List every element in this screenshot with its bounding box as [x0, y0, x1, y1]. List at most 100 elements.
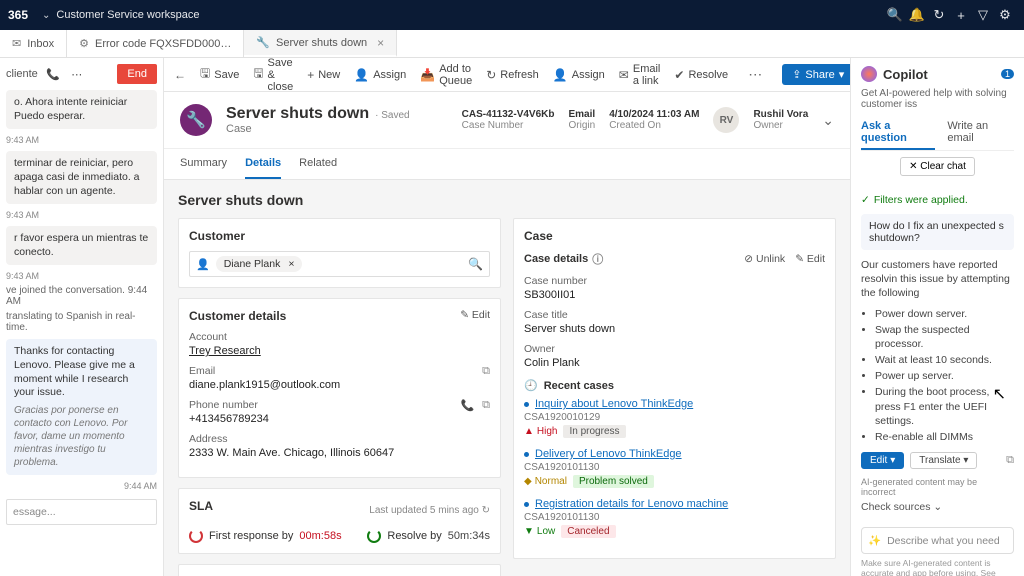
unlink-button[interactable]: ⊘ Unlink	[744, 253, 785, 265]
command-bar: ← 🖫Save 🖫Save & close +New 👤Assign 📥Add …	[164, 58, 850, 92]
workspace-name: Customer Service workspace	[56, 9, 199, 21]
add-queue-button[interactable]: 📥Add to Queue	[420, 63, 472, 87]
tab-inbox[interactable]: ✉Inbox	[0, 30, 67, 57]
resolve-button[interactable]: ✔Resolve	[674, 68, 728, 82]
chevron-down-icon[interactable]: ⌄	[42, 10, 50, 21]
email-link-button[interactable]: ✉Email a link	[619, 63, 661, 87]
priority-badge: ▲ High	[524, 426, 557, 437]
person-icon: 👤	[196, 258, 210, 271]
status-pill: Problem solved	[573, 475, 654, 488]
tab-error-code[interactable]: ⚙Error code FQXSFDD000…	[67, 30, 244, 57]
save-state: · Saved	[375, 110, 409, 121]
form-tabs: Summary Details Related	[164, 149, 850, 180]
customer-lookup[interactable]: 👤 Diane Plank× 🔍	[189, 251, 490, 277]
record-title: Server shuts down	[226, 105, 369, 122]
refresh-button[interactable]: ↻Refresh	[486, 68, 539, 82]
mouse-cursor-icon: ↖	[993, 384, 1006, 404]
save-close-icon: 🖫	[253, 64, 263, 85]
chat-message: r favor espera un mientras te conecto.	[6, 226, 157, 265]
overflow-button[interactable]: ⋯	[742, 66, 768, 83]
tab-related[interactable]: Related	[299, 149, 337, 179]
customer-chip[interactable]: Diane Plank×	[216, 256, 303, 272]
close-icon[interactable]: ×	[377, 36, 384, 50]
resolve-icon: ✔	[674, 68, 684, 82]
phone-icon[interactable]: 📞	[460, 399, 474, 412]
tab-strip: ✉Inbox ⚙Error code FQXSFDD000… 🔧Server s…	[0, 30, 1024, 58]
more-icon[interactable]: ⋯	[68, 68, 86, 81]
timestamp: 9:43 AM	[6, 135, 157, 145]
copilot-answer: Our customers have reported resolvin thi…	[861, 258, 1014, 444]
record-panel: ← 🖫Save 🖫Save & close +New 👤Assign 📥Add …	[164, 58, 850, 576]
card-heading: Customer details	[189, 309, 490, 323]
chat-message: o. Ahora intente reiniciar Puedo esperar…	[6, 90, 157, 129]
back-icon: ←	[174, 68, 186, 82]
search-icon[interactable]: 🔍	[884, 7, 906, 23]
recent-case-id: CSA1920101130	[524, 462, 825, 473]
phone-icon[interactable]: 📞	[44, 68, 62, 81]
copy-icon[interactable]: ⧉	[482, 399, 490, 412]
address-value: 2333 W. Main Ave. Chicago, Illinois 6064…	[189, 447, 490, 459]
info-icon[interactable]: ⓘ	[592, 251, 603, 267]
owner-name: Rushil Vora	[753, 109, 808, 120]
system-message: ve joined the conversation. 9:44 AM	[6, 285, 157, 307]
settings-icon[interactable]: ⚙	[994, 7, 1016, 23]
timestamp: 9:43 AM	[6, 210, 157, 220]
refresh-icon[interactable]: ↻	[482, 505, 490, 516]
origin: Email	[569, 109, 596, 120]
chat-input[interactable]: essage...	[6, 499, 157, 525]
tab-ask-question[interactable]: Ask a question	[861, 116, 935, 150]
tab-write-email[interactable]: Write an email	[947, 116, 1014, 150]
sla-card: SLA Last updated 5 mins ago ↻ First resp…	[178, 488, 501, 554]
page-title: Server shuts down	[178, 192, 836, 208]
card-heading: Case	[524, 229, 825, 243]
tab-server-shuts-down[interactable]: 🔧Server shuts down×	[244, 30, 397, 57]
account-link[interactable]: Trey Research	[189, 345, 490, 357]
recent-case-item: Inquiry about Lenovo ThinkEdge CSA192001…	[524, 398, 825, 438]
edit-button[interactable]: ✎ Edit	[460, 309, 490, 321]
copy-icon[interactable]: ⧉	[1006, 454, 1014, 467]
status-pill: In progress	[563, 425, 625, 438]
share-button[interactable]: ⇪Share▾	[782, 64, 850, 85]
check-sources-button[interactable]: Check sources ⌄	[861, 501, 1014, 513]
notification-icon[interactable]: 🔔	[906, 7, 928, 23]
gear-icon: ⚙	[79, 37, 89, 50]
end-button[interactable]: End	[117, 64, 157, 84]
history-icon[interactable]: ↻	[928, 7, 950, 23]
recent-case-link[interactable]: Inquiry about Lenovo ThinkEdge	[535, 398, 693, 410]
edit-answer-button[interactable]: Edit ▾	[861, 452, 904, 469]
copilot-panel: Copilot 1 Get AI-powered help with solvi…	[850, 58, 1024, 576]
edit-button[interactable]: ✎ Edit	[795, 253, 825, 265]
recent-case-item: Registration details for Lenovo machine …	[524, 498, 825, 538]
save-button[interactable]: 🖫Save	[200, 64, 239, 85]
conversation-card: Conversation Pre-chat survey Visitor det…	[178, 564, 501, 576]
plus-icon[interactable]: +	[950, 8, 972, 23]
assign-button[interactable]: 👤Assign	[354, 68, 406, 82]
email-value: diane.plank1915@outlook.com	[189, 379, 490, 391]
share-icon: ⇪	[792, 68, 801, 81]
clear-chat-button[interactable]: ✕ Clear chat	[900, 157, 975, 176]
progress-ring-icon	[189, 529, 203, 543]
filter-icon[interactable]: ▽	[972, 7, 994, 23]
copilot-input[interactable]: ✨Describe what you need	[861, 527, 1014, 554]
chevron-down-icon[interactable]: ⌄	[822, 112, 834, 129]
close-icon[interactable]: ×	[288, 258, 294, 270]
search-icon[interactable]: 🔍	[468, 257, 483, 271]
record-header: 🔧 Server shuts down· Saved Case CAS-4113…	[164, 92, 850, 149]
copilot-title: Copilot	[883, 67, 928, 82]
sparkle-icon: ✨	[868, 534, 881, 547]
new-button[interactable]: +New	[307, 68, 340, 82]
tab-details[interactable]: Details	[245, 149, 281, 179]
copy-icon[interactable]: ⧉	[482, 365, 490, 378]
save-close-button[interactable]: 🖫Save & close	[253, 58, 293, 93]
recent-case-link[interactable]: Registration details for Lenovo machine	[535, 498, 728, 510]
tab-summary[interactable]: Summary	[180, 149, 227, 179]
priority-badge: ▼ Low	[524, 526, 555, 537]
recent-case-link[interactable]: Delivery of Lenovo ThinkEdge	[535, 448, 682, 460]
assign2-button[interactable]: 👤Assign	[553, 68, 605, 82]
translate-button[interactable]: Translate ▾	[910, 452, 977, 469]
back-button[interactable]: ←	[174, 68, 186, 82]
chat-contact-name: cliente	[6, 68, 38, 80]
mail-icon: ✉	[12, 37, 21, 50]
first-response-value: 00m:58s	[299, 530, 341, 542]
chat-panel: cliente 📞 ⋯ End o. Ahora intente reinici…	[0, 58, 164, 576]
